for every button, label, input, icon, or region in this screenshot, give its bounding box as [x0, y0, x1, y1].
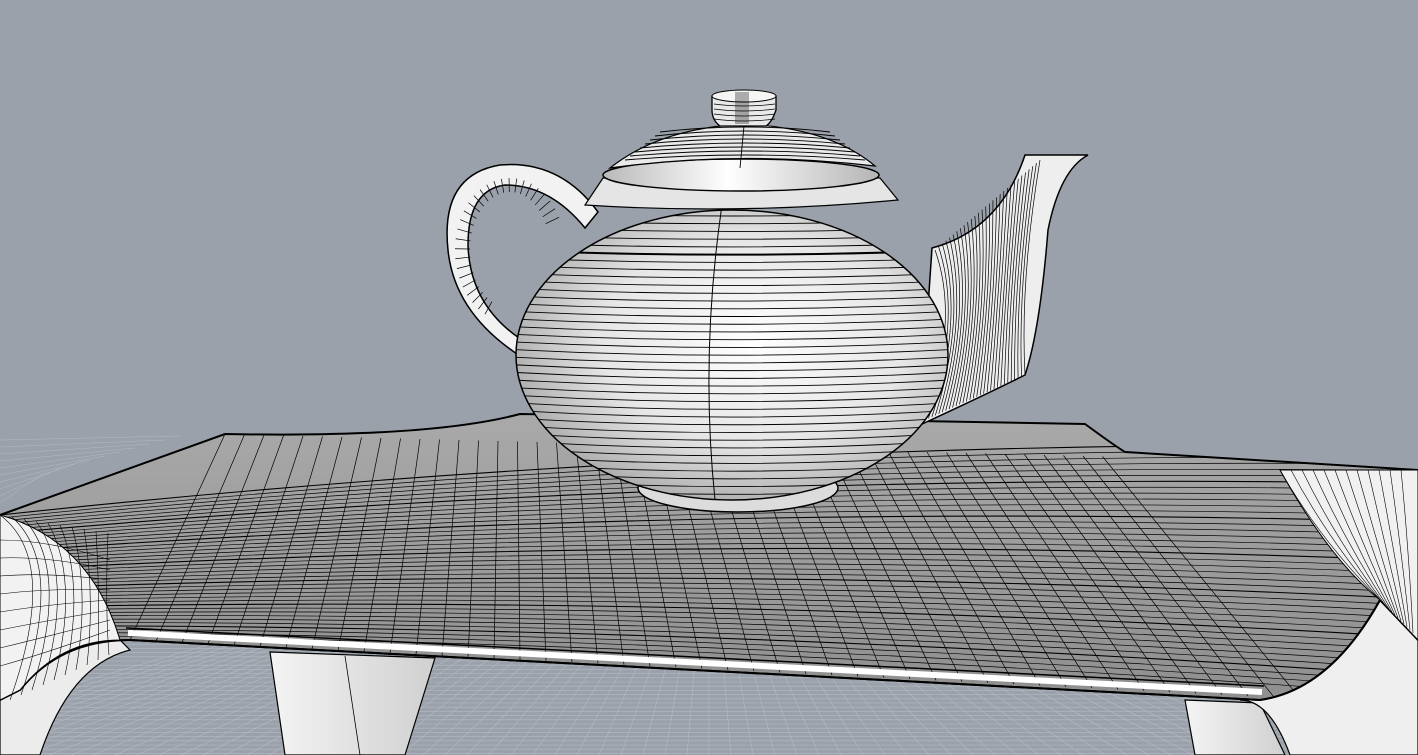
- 3d-viewport[interactable]: [0, 0, 1418, 755]
- viewport-scene[interactable]: [0, 0, 1418, 755]
